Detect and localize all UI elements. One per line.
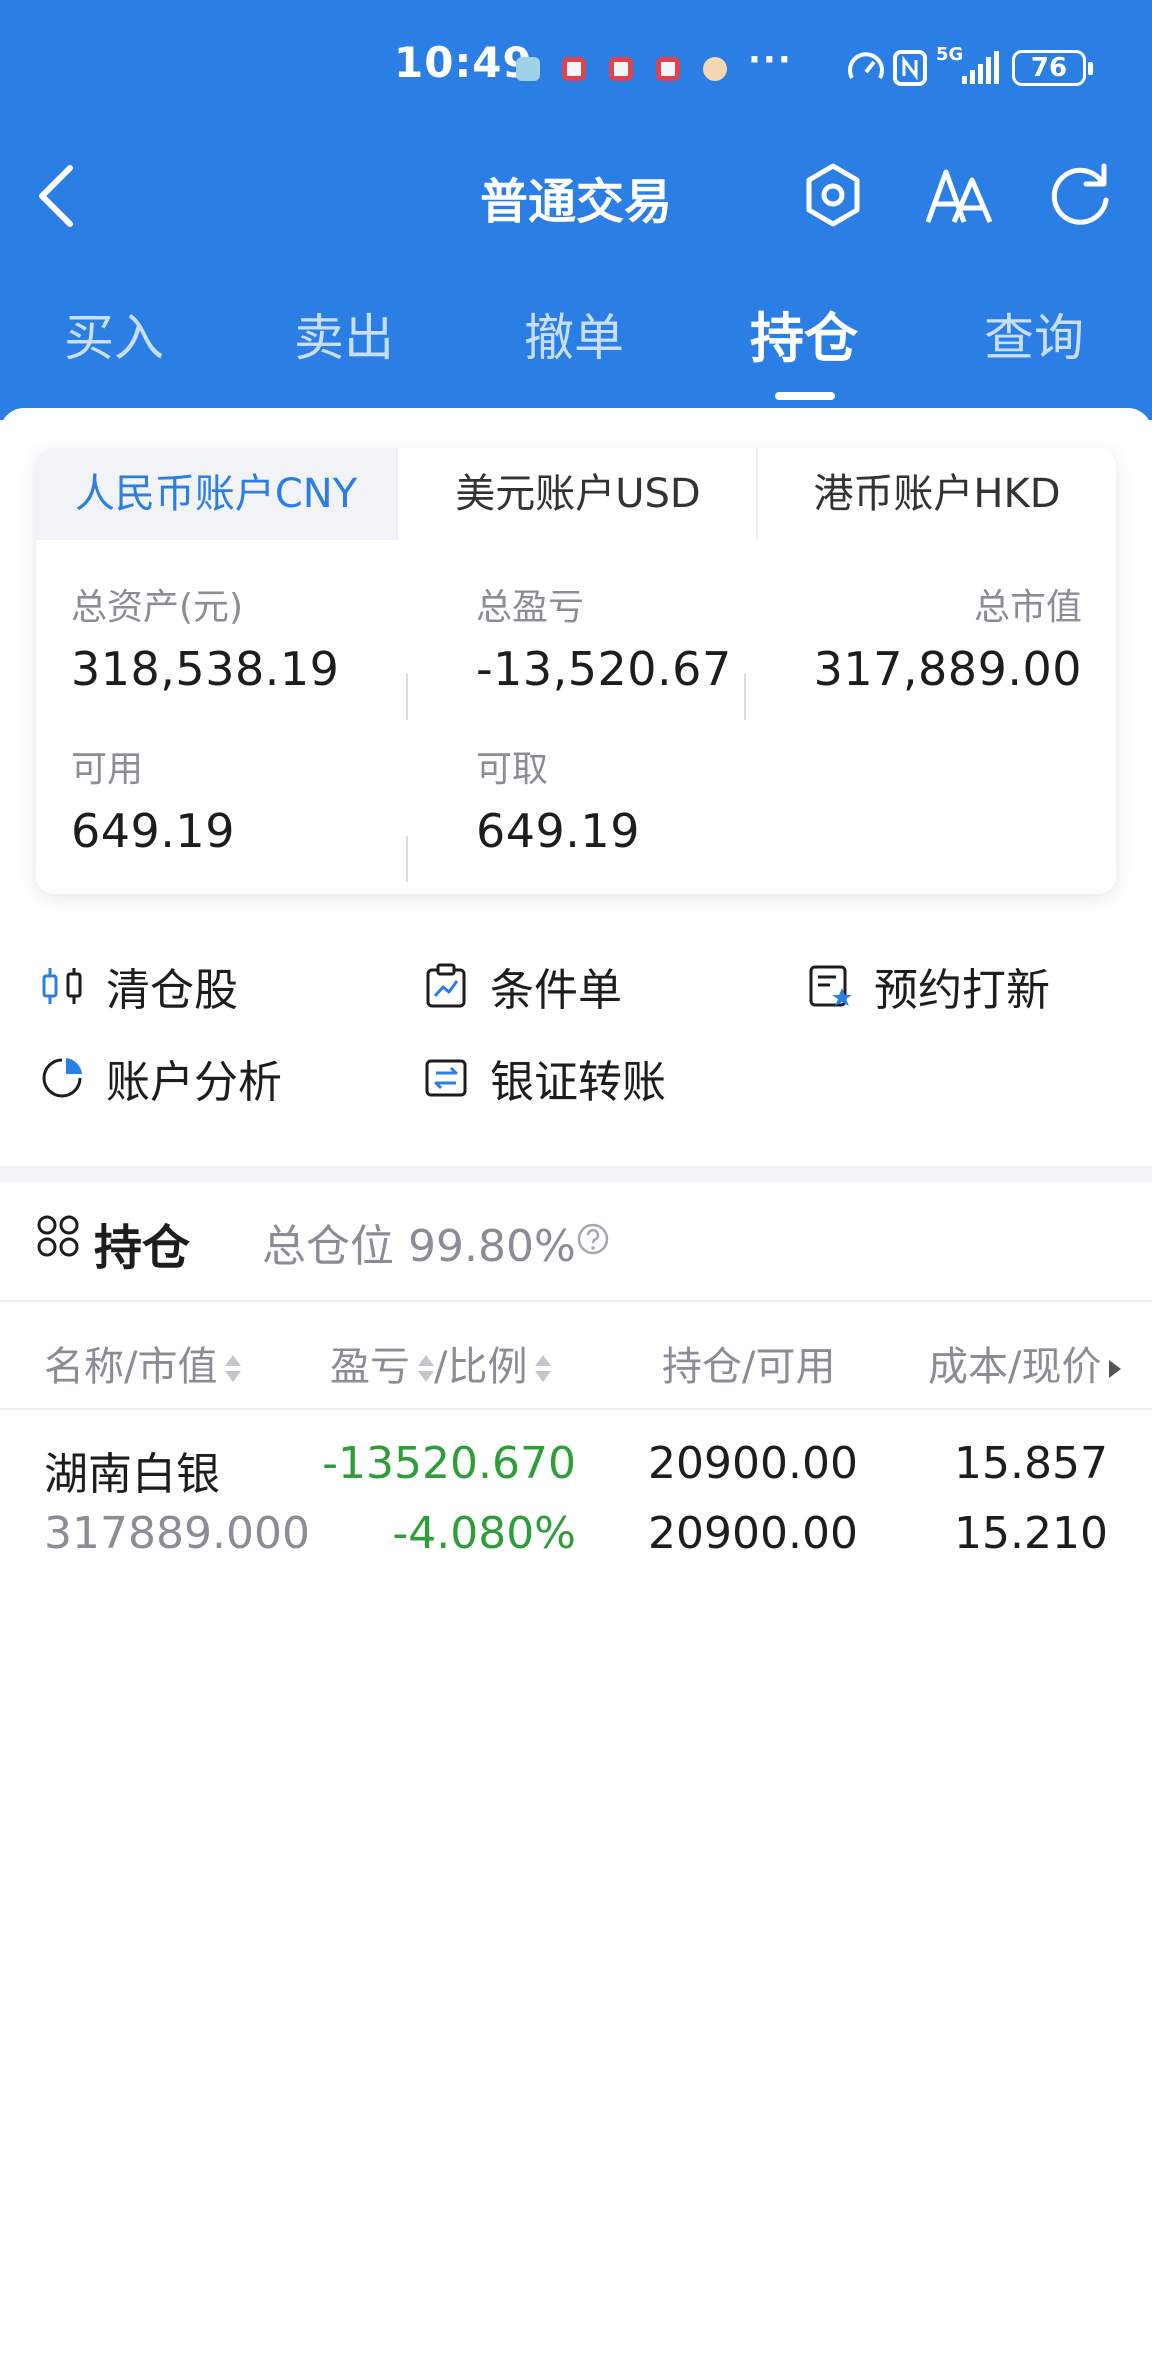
- stock-available: 20900.00: [648, 1508, 858, 1559]
- withdrawable-value: 649.19: [476, 804, 640, 858]
- tab-account-usd[interactable]: 美元账户USD: [398, 448, 758, 540]
- total-position: 总仓位 99.80%: [262, 1221, 576, 1272]
- battery-icon: 76: [1012, 50, 1093, 86]
- col-label: 成本/现价: [928, 1344, 1102, 1390]
- more-notifications-icon: ···: [748, 40, 793, 80]
- col-cost-header[interactable]: 成本/现价: [928, 1334, 1122, 1392]
- tab-account-hkd[interactable]: 港币账户HKD: [758, 448, 1116, 540]
- content-area: 人民币账户CNY 美元账户USD 港币账户HKD 总资产(元) 318,538.…: [0, 408, 1152, 2376]
- holdings-title: 持仓: [94, 1220, 191, 1276]
- stock-holding: 20900.00: [648, 1438, 858, 1489]
- stock-price: 15.210: [954, 1508, 1108, 1559]
- divider: [406, 674, 408, 720]
- book-notification-icon: [656, 57, 680, 81]
- divider: [406, 836, 408, 882]
- available-value: 649.19: [71, 804, 235, 858]
- trade-tabs: 买入 卖出 撤单 持仓 查询: [0, 290, 1152, 400]
- shortcut-label: 条件单: [490, 965, 622, 1016]
- account-summary-card: 人民币账户CNY 美元账户USD 港币账户HKD 总资产(元) 318,538.…: [36, 448, 1116, 894]
- withdrawable-label: 可取: [476, 749, 549, 790]
- shortcut-conditional-order[interactable]: 条件单: [422, 956, 622, 1016]
- shortcut-account-analysis[interactable]: 账户分析: [38, 1048, 282, 1108]
- shortcut-label: 账户分析: [106, 1057, 282, 1108]
- shortcut-ipo-reservation[interactable]: 预约打新: [806, 956, 1050, 1016]
- sort-icon: [225, 1351, 242, 1387]
- tab-cancel[interactable]: 撤单: [494, 298, 654, 370]
- market-value-value: 317,889.00: [813, 642, 1082, 696]
- stat-market-value: 总市值 317,889.00: [814, 578, 1082, 696]
- total-pnl-label: 总盈亏: [476, 587, 585, 628]
- signal-icon: [962, 51, 999, 84]
- book-notification-icon: [562, 57, 586, 81]
- total-assets-label: 总资产(元): [71, 587, 244, 628]
- col-pnl-header[interactable]: 盈亏/比例: [330, 1334, 552, 1392]
- tab-account-cny[interactable]: 人民币账户CNY: [36, 448, 396, 540]
- help-icon[interactable]: [576, 1222, 610, 1256]
- divider: [744, 674, 746, 720]
- tab-buy[interactable]: 买入: [34, 298, 194, 370]
- col-label: /比例: [434, 1344, 528, 1390]
- col-label: 名称/市值: [44, 1344, 218, 1390]
- col-holding-header: 持仓/可用: [662, 1334, 835, 1392]
- stock-cost: 15.857: [954, 1438, 1108, 1489]
- stat-available: 可用 649.19: [71, 740, 235, 858]
- divider: [0, 1408, 1152, 1410]
- tab-holdings[interactable]: 持仓: [724, 294, 884, 373]
- table-row[interactable]: 湖南白银 317889.000 -13520.670 -4.080% 20900…: [0, 1438, 1152, 1608]
- currency-tabs: 人民币账户CNY 美元账户USD 港币账户HKD: [36, 448, 1116, 540]
- col-label: 盈亏: [330, 1344, 410, 1390]
- total-pnl-value: -13,520.67: [476, 642, 732, 696]
- nav-bar: 普通交易: [0, 140, 1152, 250]
- stat-total-pnl: 总盈亏 -13,520.67: [476, 578, 732, 696]
- col-name-header[interactable]: 名称/市值: [44, 1334, 242, 1392]
- nfc-icon: [893, 50, 927, 86]
- total-assets-value: 318,538.19: [71, 642, 340, 696]
- shortcut-clear-stocks[interactable]: 清仓股: [38, 956, 238, 1016]
- book-notification-icon: [609, 57, 633, 81]
- app-notification-icon: [516, 57, 540, 81]
- clipboard-chart-icon: [426, 963, 466, 1008]
- shortcut-label: 预约打新: [874, 965, 1050, 1016]
- stock-pnl: -13520.670: [322, 1438, 576, 1489]
- grid-icon: [37, 1215, 79, 1257]
- shortcut-bank-transfer[interactable]: 银证转账: [422, 1048, 666, 1108]
- candlestick-icon: [42, 968, 82, 1004]
- font-size-icon[interactable]: [924, 158, 994, 234]
- speed-icon: [848, 52, 884, 79]
- stock-pnl-ratio: -4.080%: [392, 1508, 576, 1559]
- sort-icon: [535, 1351, 552, 1387]
- stat-total-assets: 总资产(元) 318,538.19: [71, 578, 339, 696]
- active-tab-indicator: [775, 392, 835, 400]
- tab-query[interactable]: 查询: [954, 298, 1114, 370]
- holdings-header: 持仓 总仓位 99.80%: [0, 1188, 1152, 1288]
- scroll-right-icon: [1109, 1360, 1122, 1378]
- transfer-icon: [425, 1059, 467, 1097]
- tab-sell[interactable]: 卖出: [264, 298, 424, 370]
- section-divider: [0, 1166, 1152, 1182]
- table-header: 名称/市值 盈亏/比例 持仓/可用 成本/现价: [0, 1302, 1152, 1412]
- stock-market-value: 317889.000: [44, 1508, 310, 1559]
- shortcut-label: 清仓股: [106, 965, 238, 1016]
- settings-hexagon-icon[interactable]: [798, 158, 868, 234]
- market-value-label: 总市值: [973, 587, 1082, 628]
- avatar-notification-icon: [703, 57, 727, 81]
- col-label: 持仓/可用: [662, 1344, 836, 1390]
- document-star-icon: [809, 965, 852, 1007]
- shortcut-label: 银证转账: [490, 1057, 666, 1108]
- sort-icon: [418, 1351, 434, 1387]
- header-area: 10:49 ··· 5G 76 普通交易 买入 卖出 撤单 持仓 查询: [0, 0, 1152, 420]
- stat-withdrawable: 可取 649.19: [476, 740, 640, 858]
- available-label: 可用: [71, 749, 144, 790]
- pie-chart-icon: [42, 1058, 82, 1098]
- status-time: 10:49: [394, 38, 533, 87]
- status-bar: 10:49 ··· 5G 76: [0, 0, 1152, 130]
- stock-name: 湖南白银: [44, 1449, 220, 1500]
- refresh-icon[interactable]: [1046, 158, 1116, 234]
